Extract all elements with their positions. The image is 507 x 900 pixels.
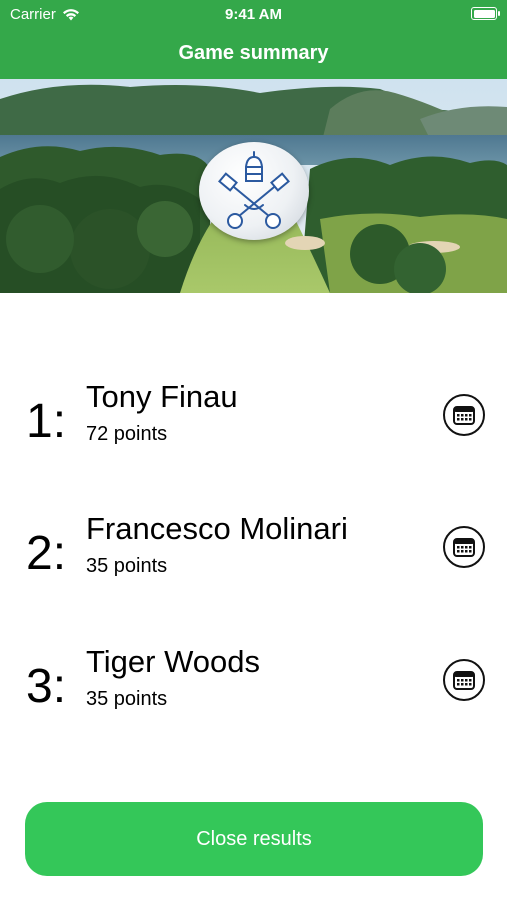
club-logo (199, 142, 309, 240)
calendar-icon (453, 538, 475, 557)
player-name: Tiger Woods (86, 644, 261, 679)
scorecard-button[interactable] (443, 394, 485, 436)
battery-icon (471, 7, 500, 20)
scorecard-button[interactable] (443, 526, 485, 568)
result-row-2: 2: Francesco Molinari 35 points (0, 500, 507, 600)
close-results-button[interactable]: Close results (25, 802, 483, 876)
player-points: 72 points (86, 423, 168, 445)
calendar-icon (453, 406, 475, 425)
rank-label: 2: (26, 527, 67, 580)
player-name: Francesco Molinari (86, 511, 348, 546)
result-row-1: 1: Tony Finau 72 points (0, 368, 507, 468)
result-row-3: 3: Tiger Woods 35 points (0, 633, 507, 733)
calendar-icon (453, 671, 475, 690)
status-time: 9:41 AM (225, 6, 282, 23)
nav-bar: Game summary (0, 28, 507, 79)
page-title: Game summary (178, 42, 329, 64)
rank-label: 1: (26, 395, 67, 448)
scorecard-button[interactable] (443, 659, 485, 701)
player-points: 35 points (86, 555, 168, 577)
player-points: 35 points (86, 688, 168, 710)
player-name: Tony Finau (86, 379, 238, 414)
crossed-keys-icon (218, 151, 290, 229)
status-bar: Carrier 9:41 AM (0, 0, 507, 28)
rank-label: 3: (26, 660, 67, 713)
